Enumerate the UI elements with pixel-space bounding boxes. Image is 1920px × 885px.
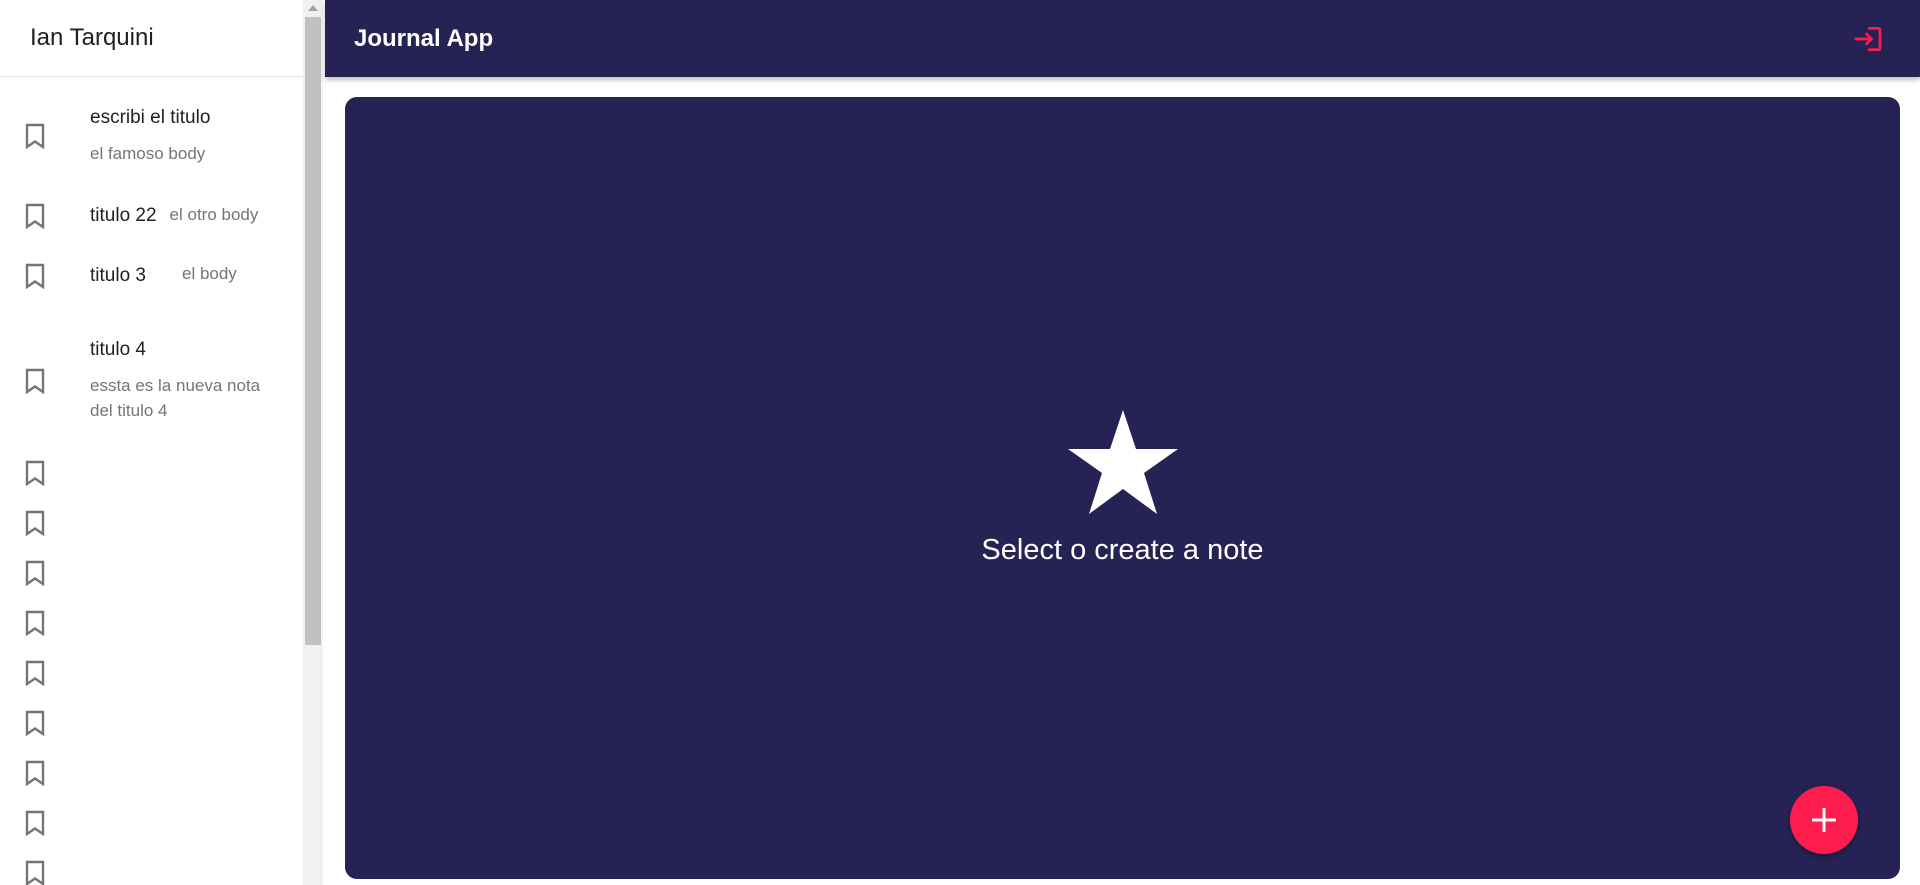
bookmark-icon bbox=[25, 760, 45, 786]
note-item[interactable] bbox=[0, 748, 303, 798]
note-item[interactable]: escribi el titulo el famoso body bbox=[0, 77, 303, 195]
bookmark-icon bbox=[25, 810, 45, 836]
note-item[interactable] bbox=[0, 448, 303, 498]
note-item[interactable]: titulo 3 el body bbox=[0, 237, 303, 314]
user-name: Ian Tarquini bbox=[30, 24, 154, 51]
note-title: titulo 4 bbox=[90, 339, 146, 360]
bookmark-icon bbox=[25, 660, 45, 686]
note-item[interactable] bbox=[0, 598, 303, 648]
note-body: el otro body bbox=[169, 205, 259, 224]
note-body: essta es la nueva nota del titulo 4 bbox=[90, 376, 261, 420]
star-icon bbox=[1067, 410, 1178, 514]
bookmark-icon bbox=[25, 123, 45, 149]
bookmark-icon bbox=[25, 263, 45, 289]
bookmark-icon bbox=[25, 510, 45, 536]
note-list: escribi el titulo el famoso body titulo … bbox=[0, 77, 303, 885]
nothing-selected-panel: Select o create a note bbox=[345, 97, 1900, 879]
note-title: titulo 3 bbox=[90, 264, 146, 286]
note-title: titulo 22 bbox=[90, 205, 157, 226]
note-item[interactable] bbox=[0, 848, 303, 885]
sidebar-scrollbar[interactable] bbox=[303, 0, 323, 885]
note-item[interactable] bbox=[0, 648, 303, 698]
sidebar: Ian Tarquini escribi el titulo el famoso… bbox=[0, 0, 303, 885]
add-icon bbox=[1812, 808, 1836, 832]
note-item[interactable] bbox=[0, 798, 303, 848]
bookmark-icon bbox=[25, 368, 45, 394]
note-body: el body bbox=[181, 264, 237, 283]
app-bar: Journal App bbox=[325, 0, 1920, 77]
scroll-up-arrow-icon[interactable] bbox=[308, 5, 318, 11]
bookmark-icon bbox=[25, 610, 45, 636]
login-icon[interactable] bbox=[1852, 23, 1884, 55]
note-title: escribi el titulo bbox=[90, 106, 211, 128]
add-note-button[interactable] bbox=[1790, 786, 1858, 854]
note-item[interactable]: titulo 22 el otro body bbox=[0, 195, 303, 237]
bookmark-icon bbox=[25, 203, 45, 229]
note-item[interactable] bbox=[0, 698, 303, 748]
empty-state: Select o create a note bbox=[345, 410, 1900, 567]
note-item[interactable]: titulo 4 essta es la nueva nota del titu… bbox=[0, 314, 303, 448]
scrollbar-thumb[interactable] bbox=[305, 17, 321, 645]
note-item[interactable] bbox=[0, 498, 303, 548]
sidebar-header: Ian Tarquini bbox=[0, 0, 303, 77]
bookmark-icon bbox=[25, 860, 45, 885]
note-item[interactable] bbox=[0, 548, 303, 598]
note-body: el famoso body bbox=[90, 143, 206, 163]
bookmark-icon bbox=[25, 710, 45, 736]
empty-state-message: Select o create a note bbox=[981, 534, 1264, 566]
bookmark-icon bbox=[25, 460, 45, 486]
app-title: Journal App bbox=[354, 24, 494, 52]
bookmark-icon bbox=[25, 560, 45, 586]
